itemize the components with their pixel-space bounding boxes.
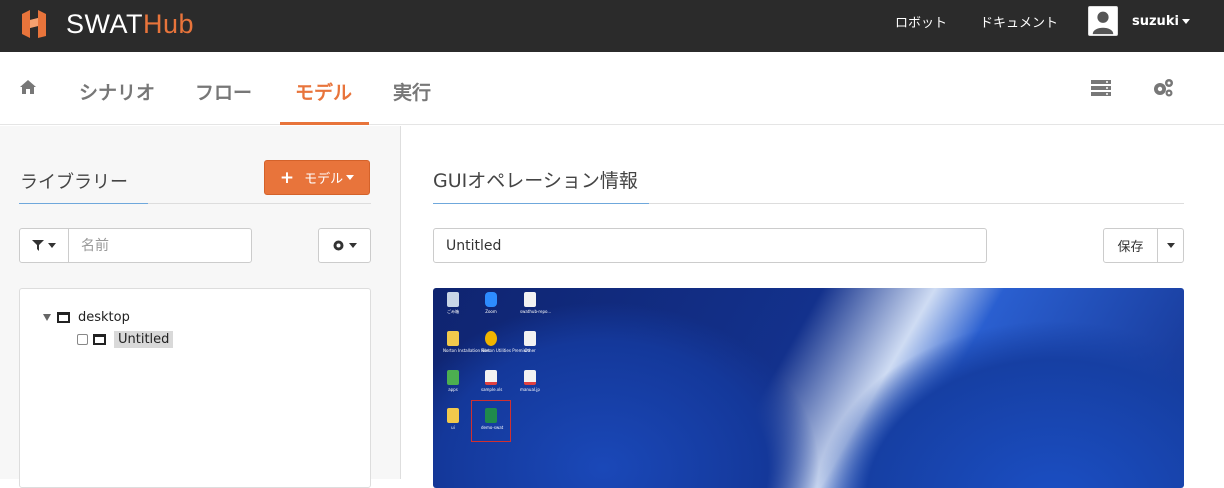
desktop-icon-label: Zoom bbox=[485, 309, 497, 314]
swathub-logo-icon bbox=[22, 10, 46, 38]
save-button-label: 保存 bbox=[1117, 240, 1144, 255]
desktop-icon-label: sample.xls bbox=[481, 387, 503, 392]
desktop-screenshot[interactable]: ごみ箱 Zoom swathub-repo... Norton Installa… bbox=[433, 288, 1184, 488]
settings-button[interactable] bbox=[318, 228, 371, 263]
model-name-input[interactable] bbox=[433, 228, 987, 263]
gui-info-panel: GUIオペレーション情報 保存 ごみ箱 Zoom swathub-repo...… bbox=[402, 126, 1224, 488]
model-tree: desktop Untitled bbox=[19, 288, 371, 488]
desktop-icon-label: Norton Installation Files bbox=[443, 348, 491, 353]
document-icon bbox=[485, 370, 497, 385]
desktop-icon[interactable]: Zoom bbox=[481, 292, 501, 314]
window-icon bbox=[93, 334, 106, 345]
tab-flow[interactable]: フロー bbox=[195, 78, 252, 105]
add-model-button[interactable]: + モデル bbox=[264, 160, 370, 195]
top-navbar: SWATHub ロボット ドキュメント suzuki bbox=[0, 0, 1224, 52]
avatar-icon bbox=[1088, 6, 1118, 36]
user-name: suzuki bbox=[1132, 13, 1179, 29]
gear-icon bbox=[333, 240, 344, 251]
brand[interactable]: SWATHub bbox=[18, 8, 194, 40]
norton-icon bbox=[485, 331, 497, 346]
title-underline bbox=[433, 203, 649, 204]
chevron-down-icon bbox=[346, 175, 355, 180]
tab-run[interactable]: 実行 bbox=[393, 78, 431, 105]
save-button[interactable]: 保存 bbox=[1103, 228, 1158, 263]
tree-node-untitled[interactable]: Untitled bbox=[77, 331, 174, 348]
gears-icon[interactable] bbox=[1151, 78, 1175, 98]
desktop-icon-label: manual.jp bbox=[520, 387, 540, 392]
desktop-icon-label: apps bbox=[448, 387, 458, 392]
chevron-down-icon bbox=[1166, 243, 1175, 248]
tree-node-checkbox[interactable] bbox=[77, 334, 88, 345]
chevron-down-icon bbox=[48, 243, 56, 248]
add-model-label: モデル bbox=[304, 172, 344, 187]
home-icon[interactable] bbox=[19, 79, 37, 95]
tab-scenario[interactable]: シナリオ bbox=[79, 78, 155, 105]
zoom-icon bbox=[485, 292, 497, 307]
desktop-icon-label: swathub-repo... bbox=[520, 309, 552, 314]
gui-info-title: GUIオペレーション情報 bbox=[433, 170, 638, 192]
save-options-button[interactable] bbox=[1157, 228, 1184, 263]
document-icon bbox=[524, 331, 536, 346]
brand-name-primary: SWAT bbox=[66, 8, 143, 39]
library-title: ライブラリー bbox=[20, 172, 128, 193]
chevron-down-icon bbox=[349, 243, 357, 248]
tab-model[interactable]: モデル bbox=[295, 78, 352, 105]
filter-icon bbox=[32, 240, 44, 251]
tree-node-label: desktop bbox=[78, 310, 130, 325]
folder-icon bbox=[447, 331, 459, 346]
desktop-icon-label: ごみ箱 bbox=[447, 309, 459, 314]
tree-node-label: Untitled bbox=[114, 331, 174, 348]
desktop-icon-label: ui bbox=[451, 425, 455, 430]
app-icon bbox=[447, 370, 459, 385]
robot-link[interactable]: ロボット bbox=[895, 12, 947, 31]
selection-highlight bbox=[471, 400, 511, 442]
tree-node-desktop[interactable]: desktop bbox=[43, 310, 130, 325]
server-list-icon[interactable] bbox=[1090, 78, 1112, 98]
recycle-bin-icon bbox=[447, 292, 459, 307]
library-panel: ライブラリー + モデル desktop Untitled bbox=[0, 126, 401, 488]
desktop-icon[interactable]: sample.xls bbox=[481, 370, 503, 392]
document-link[interactable]: ドキュメント bbox=[980, 12, 1058, 31]
title-underline bbox=[19, 203, 148, 204]
desktop-icon[interactable]: Norton Installation Files bbox=[443, 331, 491, 353]
main-tabs: シナリオ フロー モデル 実行 bbox=[0, 52, 1224, 125]
expand-icon[interactable] bbox=[43, 314, 51, 321]
folder-icon bbox=[447, 408, 459, 423]
document-icon bbox=[524, 370, 536, 385]
desktop-icon[interactable]: manual.jp bbox=[520, 370, 540, 392]
desktop-icon[interactable]: Other bbox=[520, 331, 540, 353]
user-menu[interactable]: suzuki bbox=[1088, 6, 1190, 36]
brand-name: SWATHub bbox=[66, 9, 194, 40]
active-tab-indicator bbox=[280, 122, 369, 125]
desktop-icon[interactable]: ui bbox=[443, 408, 463, 430]
desktop-icon[interactable]: swathub-repo... bbox=[520, 292, 552, 314]
brand-name-accent: Hub bbox=[143, 8, 195, 39]
plus-icon: + bbox=[279, 167, 295, 188]
desktop-icon-label: Norton Utilities Premium bbox=[481, 348, 531, 353]
desktop-icon[interactable]: apps bbox=[443, 370, 463, 392]
chevron-down-icon bbox=[1181, 18, 1190, 24]
desktop-icon[interactable]: ごみ箱 bbox=[443, 292, 463, 314]
desktop-icon[interactable]: Norton Utilities Premium bbox=[481, 331, 531, 353]
filter-button[interactable] bbox=[19, 228, 69, 263]
search-input[interactable] bbox=[68, 228, 252, 263]
desktop-icon-label: Other bbox=[524, 348, 536, 353]
window-icon bbox=[57, 312, 70, 323]
document-icon bbox=[524, 292, 536, 307]
